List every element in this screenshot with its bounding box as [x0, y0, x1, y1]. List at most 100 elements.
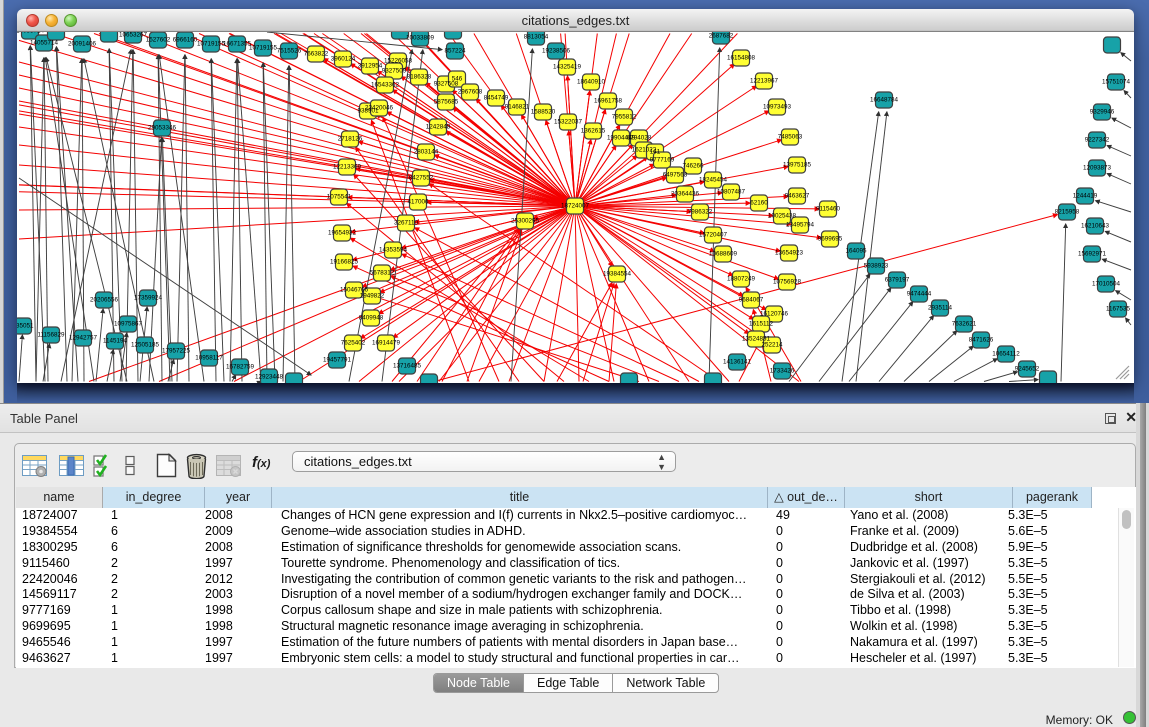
svg-text:746266: 746266	[682, 163, 704, 170]
svg-text:3267110: 3267110	[394, 220, 419, 227]
svg-text:17359924: 17359924	[134, 295, 163, 302]
svg-text:15751074: 15751074	[1102, 79, 1131, 86]
svg-text:10719155: 10719155	[249, 45, 278, 52]
svg-text:10975867: 10975867	[114, 321, 143, 328]
svg-text:16782759: 16782759	[226, 364, 255, 371]
svg-text:1949822: 1949822	[360, 293, 385, 300]
svg-text:20206556: 20206556	[90, 297, 119, 304]
svg-text:2687682: 2687682	[709, 33, 734, 40]
svg-text:9227342: 9227342	[1085, 137, 1110, 144]
svg-text:417006: 417006	[407, 199, 429, 206]
svg-text:20091406: 20091406	[68, 41, 97, 48]
svg-text:9463627: 9463627	[785, 193, 810, 200]
svg-text:17957225: 17957225	[162, 348, 191, 355]
svg-text:7632621: 7632621	[952, 321, 977, 328]
svg-text:8409948: 8409948	[359, 315, 384, 322]
svg-text:9245652: 9245652	[1015, 366, 1040, 373]
svg-text:1733426: 1733426	[770, 368, 795, 375]
svg-text:1527602: 1527602	[146, 37, 171, 44]
svg-text:1362615: 1362615	[581, 128, 606, 135]
svg-text:11156829: 11156829	[37, 332, 65, 339]
svg-text:9777169: 9777169	[650, 157, 675, 164]
svg-text:9115460: 9115460	[816, 206, 841, 213]
svg-text:8215958: 8215958	[1055, 209, 1080, 216]
svg-text:9327509: 9327509	[382, 68, 407, 75]
svg-text:1244419: 1244419	[1073, 193, 1098, 200]
svg-text:1075541: 1075541	[327, 194, 352, 201]
svg-text:252214: 252214	[761, 342, 783, 349]
svg-text:8427552: 8427552	[409, 175, 434, 182]
svg-text:13495794: 13495794	[786, 222, 815, 229]
svg-text:16914479: 16914479	[372, 340, 401, 347]
svg-text:7955812: 7955812	[612, 114, 637, 121]
svg-text:1145194: 1145194	[103, 338, 128, 345]
svg-text:2967608: 2967608	[458, 89, 483, 96]
svg-text:7663822: 7663822	[304, 51, 329, 58]
svg-text:6966160: 6966160	[173, 37, 198, 44]
svg-text:8471626: 8471626	[969, 337, 994, 344]
svg-text:14325419: 14325419	[553, 64, 582, 71]
svg-text:1615112: 1615112	[749, 321, 774, 328]
svg-text:18807249: 18807249	[727, 276, 756, 283]
svg-text:9699695: 9699695	[818, 236, 843, 243]
svg-text:15226058: 15226058	[384, 58, 413, 65]
svg-text:6379197: 6379197	[885, 277, 910, 284]
svg-text:13654923: 13654923	[775, 250, 804, 257]
svg-text:9474444: 9474444	[907, 291, 932, 298]
svg-text:16154808: 16154808	[727, 55, 756, 62]
svg-text:19238506: 19238506	[542, 48, 571, 55]
svg-text:16648784: 16648784	[870, 97, 899, 104]
svg-text:12923448: 12923448	[255, 374, 284, 381]
svg-text:9329946: 9329946	[1090, 109, 1115, 116]
svg-text:14353594: 14353594	[379, 247, 408, 254]
svg-text:1167535: 1167535	[1106, 306, 1131, 313]
svg-text:23420046: 23420046	[365, 105, 394, 112]
svg-text:19654932: 19654932	[328, 230, 357, 237]
svg-text:12505185: 12505185	[131, 342, 160, 349]
svg-text:16543362: 16543362	[371, 82, 400, 89]
svg-text:10025438: 10025438	[768, 213, 797, 220]
svg-text:3912954: 3912954	[358, 63, 383, 70]
svg-text:13716485: 13716485	[393, 363, 422, 370]
svg-text:1588520: 1588520	[531, 109, 556, 116]
svg-text:25300295: 25300295	[511, 218, 540, 225]
svg-text:18724007: 18724007	[561, 203, 590, 210]
svg-text:164095: 164095	[845, 248, 867, 255]
svg-text:7625402: 7625402	[341, 340, 366, 347]
svg-text:857224: 857224	[444, 48, 466, 55]
svg-text:10688609: 10688609	[709, 251, 738, 258]
svg-text:15322037: 15322037	[554, 119, 583, 126]
svg-text:2718126: 2718126	[338, 136, 363, 143]
svg-text:18245454: 18245454	[699, 177, 728, 184]
svg-text:10719155: 10719155	[197, 41, 226, 48]
svg-text:546: 546	[452, 76, 463, 83]
svg-text:15692971: 15692971	[1078, 251, 1107, 258]
svg-text:10654112: 10654112	[992, 351, 1020, 358]
svg-text:9684067: 9684067	[739, 297, 764, 304]
svg-text:7485063: 7485063	[778, 134, 803, 141]
svg-text:5875685: 5875685	[434, 99, 459, 106]
svg-text:14136141: 14136141	[723, 359, 752, 366]
svg-text:13975185: 13975185	[783, 162, 812, 169]
svg-text:16120746: 16120746	[760, 311, 789, 318]
svg-text:29053346: 29053346	[148, 125, 177, 132]
svg-text:6497568: 6497568	[663, 172, 688, 179]
svg-text:14055714: 14055714	[30, 40, 59, 47]
svg-text:141: 141	[650, 149, 661, 156]
svg-text:10973493: 10973493	[763, 104, 792, 111]
svg-text:8454749: 8454749	[484, 95, 509, 102]
svg-text:18640910: 18640910	[577, 79, 606, 86]
svg-text:435051: 435051	[17, 323, 34, 330]
svg-text:5938923: 5938923	[864, 263, 889, 270]
svg-text:12213369: 12213369	[333, 164, 362, 171]
svg-text:62160: 62160	[750, 200, 768, 207]
svg-text:19166825: 19166825	[330, 259, 359, 266]
svg-text:10756928: 10756928	[773, 279, 802, 286]
svg-text:3960124: 3960124	[331, 56, 356, 63]
svg-text:12942757: 12942757	[69, 335, 98, 342]
svg-text:8186328: 8186328	[407, 74, 432, 81]
svg-text:17010504: 17010504	[1092, 281, 1121, 288]
svg-text:10807487: 10807487	[717, 189, 746, 196]
svg-text:19457791: 19457791	[323, 357, 352, 364]
svg-text:15720407: 15720407	[699, 232, 728, 239]
